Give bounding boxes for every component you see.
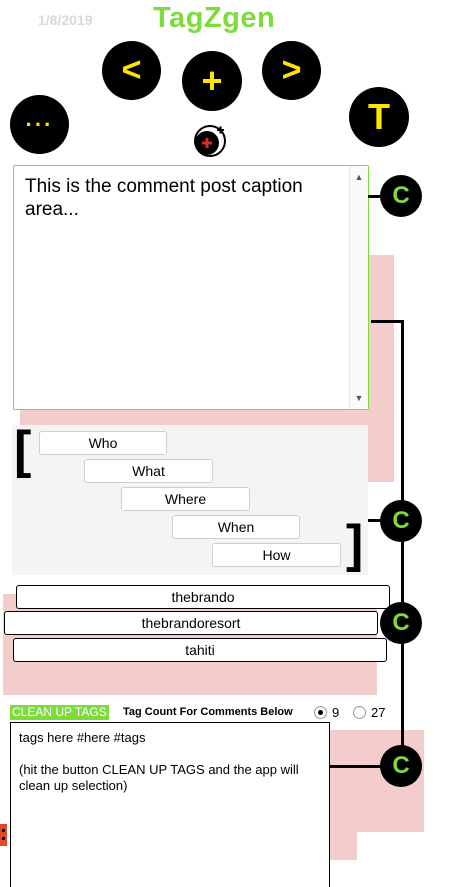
more-button[interactable]: ··· (10, 95, 69, 154)
more-dots-icon: ··· (25, 111, 54, 137)
date-label: 1/8/2019 (38, 12, 93, 28)
close-bracket-icon: ] (346, 515, 364, 573)
prompt-chip-what[interactable]: What (84, 459, 213, 483)
next-button[interactable]: > (262, 41, 321, 100)
add-tag-icon-button[interactable] (193, 122, 229, 158)
prompt-chip-how[interactable]: How (212, 543, 341, 567)
tag-row[interactable]: tahiti (13, 638, 387, 662)
add-button[interactable]: + (182, 51, 242, 111)
copy-output-button[interactable]: C (380, 745, 422, 787)
tag-count-radio-27[interactable] (353, 706, 366, 719)
plus-icon: + (201, 60, 223, 101)
connector-line (401, 320, 404, 767)
scroll-up-icon[interactable]: ▲ (350, 168, 368, 186)
clean-up-tags-button[interactable]: CLEAN UP TAGS (10, 705, 109, 720)
previous-button[interactable]: < (102, 41, 161, 100)
prompt-chip-who[interactable]: Who (39, 431, 167, 455)
tag-count-label: Tag Count For Comments Below (123, 706, 293, 718)
connector-line (371, 320, 404, 323)
add-tag-icon (194, 125, 226, 157)
caption-textarea[interactable]: This is the comment post caption area...… (13, 165, 369, 410)
tag-count-radio-9[interactable] (314, 706, 327, 719)
app-title: TagZgen (153, 2, 276, 34)
side-handle-icon[interactable] (0, 824, 7, 846)
caption-scrollbar[interactable]: ▲ ▼ (349, 166, 368, 409)
tags-output-text: tags here #here #tags (hit the button CL… (19, 730, 299, 793)
open-bracket-icon: [ (14, 421, 32, 479)
prompt-chip-where[interactable]: Where (121, 487, 250, 511)
copy-caption-button[interactable]: C (380, 175, 422, 217)
tags-output-textarea[interactable]: tags here #here #tags (hit the button CL… (10, 722, 330, 887)
tag-row[interactable]: thebrando (16, 585, 390, 609)
text-t-icon: T (368, 96, 390, 137)
copy-prompts-button[interactable]: C (380, 500, 422, 542)
tag-count-option-label: 9 (332, 705, 340, 720)
tag-count-option-label: 27 (371, 705, 386, 720)
connector-line (330, 765, 382, 768)
caption-placeholder: This is the comment post caption area... (25, 176, 309, 220)
text-mode-button[interactable]: T (349, 87, 409, 147)
prompt-chip-when[interactable]: When (172, 515, 300, 539)
output-panel-bg-tail (330, 832, 357, 860)
tag-row[interactable]: thebrandoresort (4, 611, 378, 635)
chevron-left-icon: < (121, 51, 142, 89)
copy-tags-button[interactable]: C (380, 602, 422, 644)
chevron-right-icon: > (281, 51, 302, 89)
scroll-down-icon[interactable]: ▼ (350, 389, 368, 407)
